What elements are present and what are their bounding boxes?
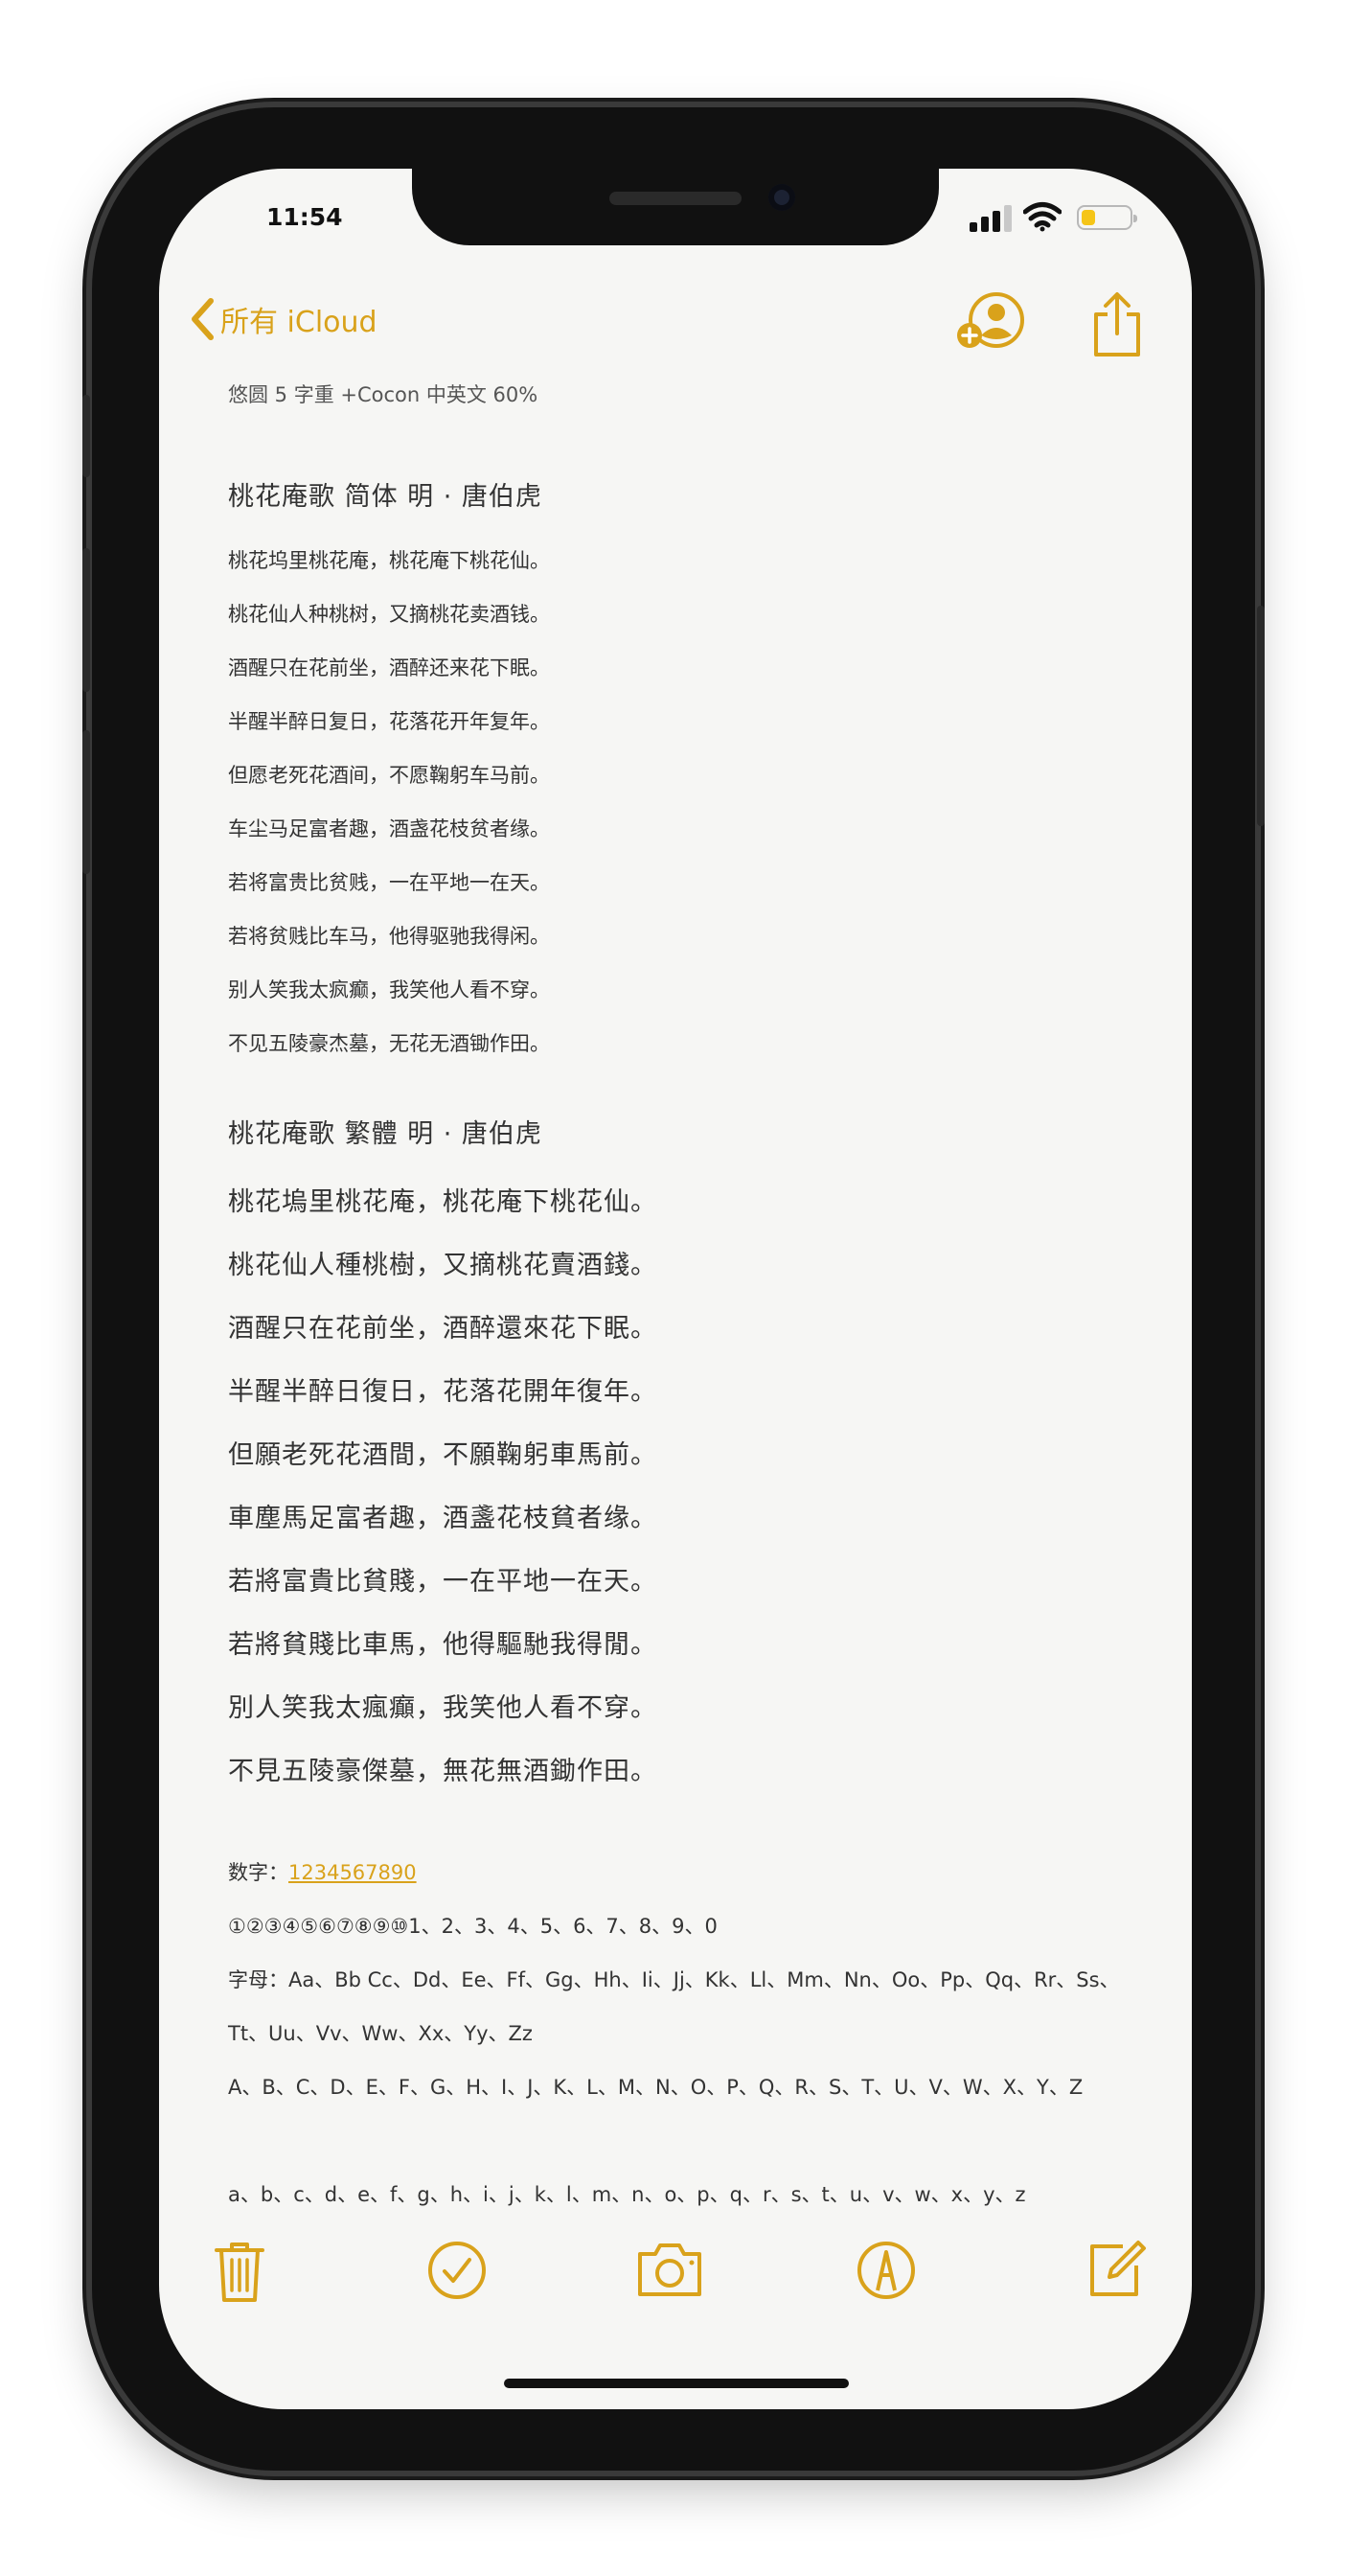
bottom-toolbar xyxy=(159,2239,1192,2325)
circled-numbers: ①②③④⑤⑥⑦⑧⑨⑩1、2、3、4、5、6、7、8、9、0 xyxy=(228,1915,718,1938)
status-time: 11:54 xyxy=(266,203,343,231)
back-button[interactable]: 所有 iCloud xyxy=(190,297,377,341)
poem-line: 若將富貴比貧賤，一在平地一在天。 xyxy=(228,1567,657,1597)
lowercase-letters: a、b、c、d、e、f、g、h、i、j、k、l、m、n、o、p、q、r、s、t、… xyxy=(228,2183,1026,2206)
add-person-icon[interactable] xyxy=(954,291,1029,355)
poem-line: 半醒半醉日复日，花落花开年复年。 xyxy=(228,710,550,733)
chevron-left-icon xyxy=(192,298,214,340)
poem-line: 桃花仙人种桃树，又摘桃花卖酒钱。 xyxy=(228,603,550,626)
volume-down-button xyxy=(82,730,90,874)
phone-frame: 11:54 所有 iCloud 悠圆 5 字重 +Cocon 中英文 60% 桃… xyxy=(82,107,1265,2471)
poem-line: 别人笑我太疯癫，我笑他人看不穿。 xyxy=(228,978,550,1001)
phone-number-link[interactable]: 1234567890 xyxy=(288,1861,417,1884)
notch xyxy=(412,169,939,245)
poem-line: 不見五陵豪傑墓，無花無酒鋤作田。 xyxy=(228,1757,657,1786)
poem-line: 車塵馬足富者趣，酒盞花枝貧者缘。 xyxy=(228,1504,657,1533)
cellular-signal-icon xyxy=(970,205,1014,232)
poem-line: 桃花塢里桃花庵，桃花庵下桃花仙。 xyxy=(228,1187,657,1217)
volume-up-button xyxy=(82,548,90,692)
poem-title-simplified: 桃花庵歌 简体 明 · 唐伯虎 xyxy=(228,482,542,512)
poem-line: 但願老死花酒間，不願鞠躬車馬前。 xyxy=(228,1440,657,1470)
wifi-icon xyxy=(1023,202,1062,232)
silent-switch xyxy=(82,395,90,477)
front-camera xyxy=(768,184,795,211)
poem-line: 桃花坞里桃花庵，桃花庵下桃花仙。 xyxy=(228,549,550,572)
share-icon[interactable] xyxy=(1088,291,1146,358)
poem-line: 不见五陵豪杰墓，无花无酒锄作田。 xyxy=(228,1032,550,1055)
uppercase-letters: A、B、C、D、E、F、G、H、I、J、K、L、M、N、O、P、Q、R、S、T、… xyxy=(228,2076,1084,2099)
compose-icon[interactable] xyxy=(1086,2239,1148,2300)
numbers-row: 数字：1234567890 xyxy=(228,1846,1148,1899)
poem-line: 若将贫贱比车马，他得驱驰我得闲。 xyxy=(228,925,550,948)
trash-icon[interactable] xyxy=(211,2239,268,2306)
camera-icon[interactable] xyxy=(634,2239,705,2300)
checkmark-circle-icon[interactable] xyxy=(425,2239,489,2302)
note-subtitle: 悠圆 5 字重 +Cocon 中英文 60% xyxy=(228,383,538,406)
letters-line-2: Tt、Uu、Vv、Ww、Xx、Yy、Zz xyxy=(228,2022,533,2045)
poem-line: 若将富贵比贫贱，一在平地一在天。 xyxy=(228,871,550,894)
screen: 11:54 所有 iCloud 悠圆 5 字重 +Cocon 中英文 60% 桃… xyxy=(159,169,1192,2409)
markup-pen-icon[interactable] xyxy=(855,2239,918,2302)
poem-line: 车尘马足富者趣，酒盏花枝贫者缘。 xyxy=(228,817,550,840)
letters-line-1: 字母：Aa、Bb Cc、Dd、Ee、Ff、Gg、Hh、Ii、Jj、Kk、Ll、M… xyxy=(228,1968,1120,1991)
poem-simplified: 桃花坞里桃花庵，桃花庵下桃花仙。 桃花仙人种桃树，又摘桃花卖酒钱。 酒醒只在花前… xyxy=(228,534,1148,1070)
note-body[interactable]: 悠圆 5 字重 +Cocon 中英文 60% 桃花庵歌 简体 明 · 唐伯虎 桃… xyxy=(228,380,1148,2221)
back-label: 所有 iCloud xyxy=(220,306,377,339)
poem-line: 桃花仙人種桃樹，又摘桃花賣酒錢。 xyxy=(228,1251,657,1280)
power-button xyxy=(1257,606,1265,826)
poem-traditional: 桃花塢里桃花庵，桃花庵下桃花仙。 桃花仙人種桃樹，又摘桃花賣酒錢。 酒醒只在花前… xyxy=(228,1171,1148,1804)
poem-line: 若將貧賤比車馬，他得驅馳我得閒。 xyxy=(228,1630,657,1660)
speaker xyxy=(609,192,742,205)
poem-line: 別人笑我太瘋癲，我笑他人看不穿。 xyxy=(228,1693,657,1723)
home-indicator[interactable] xyxy=(504,2379,849,2388)
poem-line: 半醒半醉日復日，花落花開年復年。 xyxy=(228,1377,657,1407)
poem-line: 但愿老死花酒间，不愿鞠躬车马前。 xyxy=(228,764,550,787)
poem-title-traditional: 桃花庵歌 繁體 明 · 唐伯虎 xyxy=(228,1119,542,1149)
numbers-label: 数字： xyxy=(228,1861,288,1884)
nav-bar: 所有 iCloud xyxy=(159,284,1192,360)
poem-line: 酒醒只在花前坐，酒醉還來花下眠。 xyxy=(228,1314,657,1344)
battery-icon xyxy=(1077,205,1137,230)
poem-line: 酒醒只在花前坐，酒醉还来花下眠。 xyxy=(228,656,550,679)
